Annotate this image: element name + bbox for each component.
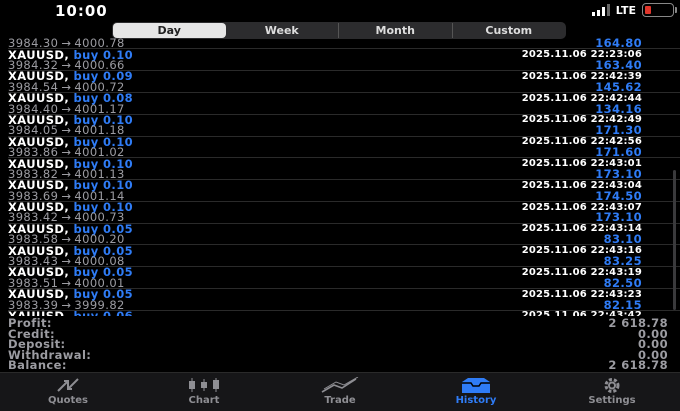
deal-header-row[interactable]: XAUUSD, buy 0.06 2025.11.06 22:43:42: [0, 309, 680, 316]
deal-profit: 134.16: [595, 101, 642, 116]
history-icon: [460, 376, 492, 394]
deal-profit: 163.40: [595, 57, 642, 72]
deal-profit: 174.50: [595, 188, 642, 203]
summary-deposit: Deposit: 0.00: [0, 339, 680, 350]
status-time: 10:00: [55, 2, 108, 20]
history-list[interactable]: 3984.30 → 4000.78 164.80 XAUUSD, buy 0.10 2…: [0, 38, 680, 316]
tab-quotes[interactable]: Quotes: [0, 373, 136, 411]
tab-chart[interactable]: Chart: [136, 373, 272, 411]
signal-icon: [591, 4, 610, 16]
deal-profit: 171.30: [595, 123, 642, 138]
summary-credit: Credit: 0.00: [0, 328, 680, 340]
deal-profit: 82.50: [603, 275, 642, 290]
bottom-tab-bar: Quotes Chart Trade History Settings: [0, 372, 680, 411]
deal-profit: 82.15: [603, 297, 642, 312]
deal-profit: 173.10: [595, 210, 642, 225]
tab-history[interactable]: History: [408, 373, 544, 411]
settings-icon: [597, 376, 627, 394]
tab-week[interactable]: Week: [226, 23, 339, 38]
deal-profit: 83.10: [603, 232, 642, 247]
scrollbar[interactable]: [673, 170, 676, 310]
status-indicators: LTE: [591, 3, 677, 17]
summary-withdrawal: Withdrawal: 0.00: [0, 349, 680, 361]
trade-icon: [320, 376, 360, 394]
deal-profit: 171.60: [595, 145, 642, 160]
tab-label: Chart: [188, 395, 220, 406]
deal-profit: 145.62: [595, 79, 642, 94]
deal-profit: 173.10: [595, 166, 642, 181]
tab-label: Settings: [588, 395, 636, 406]
tab-settings[interactable]: Settings: [544, 373, 680, 411]
tab-trade[interactable]: Trade: [272, 373, 408, 411]
battery-icon: [642, 3, 677, 17]
deal-profit: 83.25: [603, 254, 642, 269]
tab-custom[interactable]: Custom: [453, 23, 566, 38]
summary-value: 2 618.78: [608, 358, 668, 372]
status-bar: 10:00 LTE: [0, 0, 680, 22]
tab-day[interactable]: Day: [113, 23, 226, 38]
summary-panel: Profit: 2 618.78 Credit: 0.00 Deposit: 0.00…: [0, 318, 680, 371]
summary-balance: Balance: 2 618.78: [0, 360, 680, 371]
deal-symbol: XAUUSD,: [8, 308, 70, 316]
quotes-icon: [55, 376, 81, 394]
deal-side: buy 0.06: [73, 308, 133, 316]
summary-profit: Profit: 2 618.78: [0, 318, 680, 329]
summary-label: Balance:: [8, 358, 67, 372]
period-selector: Day Week Month Custom: [112, 22, 566, 39]
chart-icon: [186, 376, 222, 394]
deal-instrument: XAUUSD, buy 0.06: [8, 309, 133, 316]
tab-label: Quotes: [47, 395, 88, 406]
tab-label: Trade: [324, 395, 356, 406]
tab-month[interactable]: Month: [339, 23, 453, 38]
tab-label: History: [455, 395, 497, 406]
network-label: LTE: [615, 3, 636, 17]
